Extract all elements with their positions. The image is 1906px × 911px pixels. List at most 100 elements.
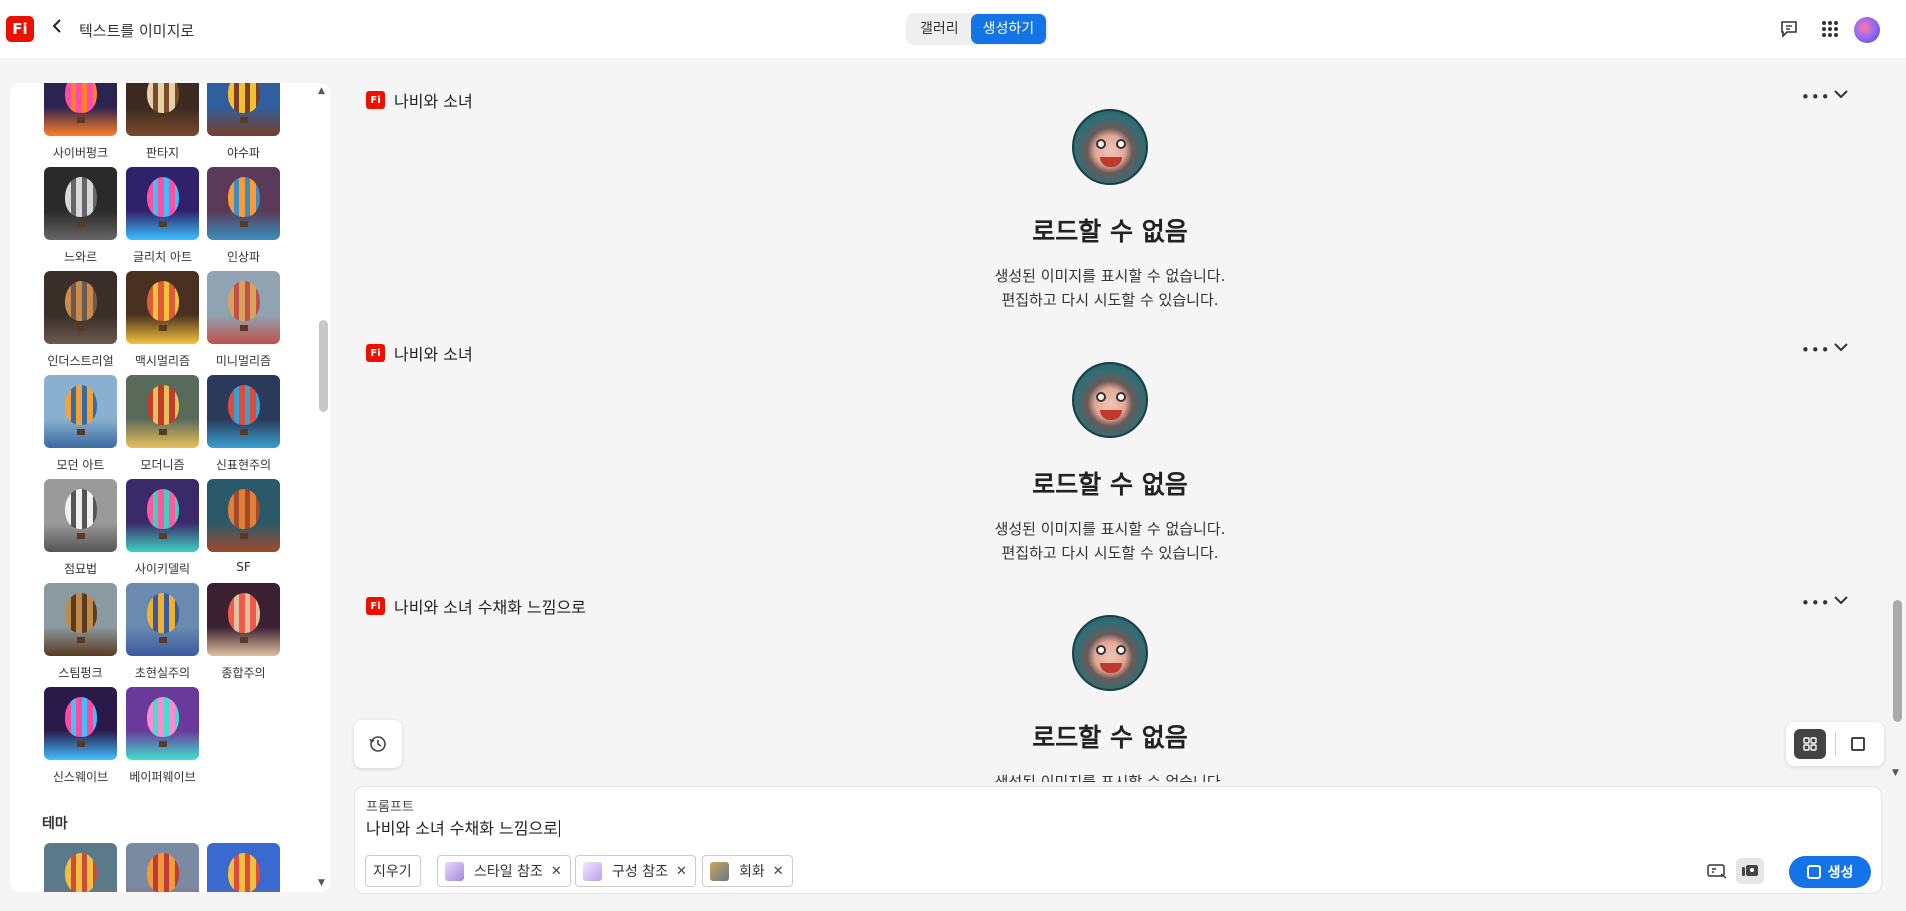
style-thumbnail xyxy=(126,167,199,240)
chevron-left-icon[interactable] xyxy=(52,18,62,37)
chip-label: 구성 참조 xyxy=(612,864,668,880)
firefly-logo[interactable]: Fi xyxy=(6,16,34,42)
style-tile[interactable]: 점묘법 xyxy=(44,479,126,577)
style-thumbnail xyxy=(207,167,280,240)
style-tile[interactable] xyxy=(44,843,126,892)
style-tile[interactable]: 모던 아트 xyxy=(44,375,126,473)
app-header: Fi 텍스트를 이미지로 갤러리 생성하기 xyxy=(0,0,1906,58)
style-thumbnail xyxy=(44,375,117,448)
more-options-icon[interactable]: ••• xyxy=(1801,594,1831,612)
style-tile[interactable]: 신스웨이브 xyxy=(44,687,126,785)
results-feed: Fi 나비와 소녀 ••• 로드할 수 없음 생성된 이미지를 표시할 수 없습… xyxy=(350,58,1890,782)
style-tile-label: 느와르 xyxy=(63,250,98,264)
style-tile-label: 모더니즘 xyxy=(140,458,185,472)
style-tile[interactable]: 느와르 xyxy=(44,167,126,265)
style-thumbnail xyxy=(207,843,280,892)
tab-generate[interactable]: 생성하기 xyxy=(970,14,1047,44)
result-title: 나비와 소녀 xyxy=(394,92,473,111)
scroll-down-arrow-icon[interactable]: ▼ xyxy=(1892,768,1899,778)
clear-button[interactable]: 지우기 xyxy=(365,855,421,887)
close-icon[interactable]: ✕ xyxy=(773,864,784,879)
chip-composition-reference[interactable]: 구성 참조 ✕ xyxy=(575,855,696,887)
result-header: Fi 나비와 소녀 xyxy=(366,88,473,112)
style-tile-label: 종합주의 xyxy=(221,666,266,680)
prompt-panel: 프롬프트 나비와 소녀 수채화 느낌으로 지우기 스타일 참조 ✕ 구성 참조 … xyxy=(354,786,1882,894)
history-button[interactable] xyxy=(354,720,402,768)
style-tile-label: 글리치 아트 xyxy=(132,250,192,264)
style-tile-label: 맥시멀리즘 xyxy=(134,354,191,368)
prompt-input[interactable]: 나비와 소녀 수채화 느낌으로 xyxy=(366,815,560,839)
style-tile[interactable]: 스팀펑크 xyxy=(44,583,126,681)
style-tile-label: SF xyxy=(236,560,251,574)
style-tile[interactable]: 미니멀리즘 xyxy=(207,271,289,369)
style-tile[interactable]: 초현실주의 xyxy=(126,583,208,681)
feed-scrollbar[interactable] xyxy=(1893,600,1902,722)
error-monkey-illustration xyxy=(1072,362,1148,438)
style-thumbnail xyxy=(44,479,117,552)
result-title: 나비와 소녀 수채화 느낌으로 xyxy=(394,598,586,617)
chevron-down-icon[interactable] xyxy=(1834,593,1848,609)
style-thumbnail xyxy=(44,271,117,344)
chevron-down-icon[interactable] xyxy=(1834,87,1848,103)
chip-style-reference[interactable]: 스타일 참조 ✕ xyxy=(437,855,571,887)
style-tile[interactable]: 맥시멀리즘 xyxy=(126,271,208,369)
more-options-icon[interactable]: ••• xyxy=(1801,341,1831,359)
style-thumbnail xyxy=(126,843,199,892)
generate-button[interactable]: 생성 xyxy=(1789,856,1871,888)
style-tile[interactable]: 사이키델릭 xyxy=(126,479,208,577)
scroll-down-arrow-icon[interactable]: ▼ xyxy=(318,878,325,888)
avatar[interactable] xyxy=(1854,17,1880,43)
close-icon[interactable]: ✕ xyxy=(676,864,687,879)
style-tile[interactable]: 글리치 아트 xyxy=(126,167,208,265)
style-thumbnail xyxy=(126,479,199,552)
generate-label: 생성 xyxy=(1827,865,1854,881)
scroll-up-arrow-icon[interactable]: ▲ xyxy=(318,86,325,96)
chevron-down-icon[interactable] xyxy=(1834,340,1848,356)
style-tile[interactable]: 모더니즘 xyxy=(126,375,208,473)
styles-scrollbar[interactable] xyxy=(319,320,328,412)
grid-view-icon[interactable] xyxy=(1794,729,1826,759)
firefly-mini-icon: Fi xyxy=(366,344,385,362)
style-tile[interactable]: 인더스트리얼 xyxy=(44,271,126,369)
painting-thumb-icon xyxy=(710,861,729,881)
style-tile-label: 모던 아트 xyxy=(56,458,105,472)
apps-grid-icon[interactable] xyxy=(1818,17,1842,41)
style-thumbnail xyxy=(44,167,117,240)
error-title: 로드할 수 없음 xyxy=(1032,217,1188,246)
style-tile-label: 베이퍼웨이브 xyxy=(129,770,196,784)
style-tile[interactable] xyxy=(207,843,289,892)
reference-image-icon[interactable] xyxy=(1736,858,1764,884)
style-thumbnail xyxy=(207,271,280,344)
style-tile[interactable]: 판타지 xyxy=(126,83,208,161)
style-thumbnail xyxy=(126,375,199,448)
more-options-icon[interactable]: ••• xyxy=(1801,88,1831,106)
chip-painting[interactable]: 회화 ✕ xyxy=(702,855,793,887)
feedback-icon[interactable] xyxy=(1777,17,1801,41)
error-title: 로드할 수 없음 xyxy=(1032,470,1188,499)
style-tile[interactable]: 베이퍼웨이브 xyxy=(126,687,208,785)
mode-switch: 갤러리 생성하기 xyxy=(906,13,1049,45)
generate-icon xyxy=(1806,865,1821,879)
style-tile-label: 스팀펑크 xyxy=(58,666,103,680)
style-tile[interactable]: 사이버펑크 xyxy=(44,83,126,161)
section-title-theme: 테마 xyxy=(42,816,68,832)
close-icon[interactable]: ✕ xyxy=(551,864,562,879)
style-tile[interactable]: 야수파 xyxy=(207,83,289,161)
app-title: 텍스트를 이미지로 xyxy=(79,22,195,40)
style-thumbnail xyxy=(126,271,199,344)
style-tile[interactable]: 신표현주의 xyxy=(207,375,289,473)
style-tile[interactable]: SF xyxy=(207,479,289,574)
style-tile-label: 초현실주의 xyxy=(134,666,191,680)
composition-reference-thumb-icon xyxy=(583,861,602,881)
styles-panel: 사이버펑크 판타지 야수파느와르 글리치 아트 인상파인더스트리얼 맥시멀리즘 미니멀리즘모… xyxy=(10,83,330,892)
aspect-ratio-icon[interactable] xyxy=(1705,859,1729,883)
style-tile[interactable]: 종합주의 xyxy=(207,583,289,681)
style-thumbnail xyxy=(44,83,117,136)
result-header: Fi 나비와 소녀 xyxy=(366,341,473,365)
result-header: Fi 나비와 소녀 수채화 느낌으로 xyxy=(366,594,586,618)
error-message-line2: 편집하고 다시 시도할 수 있습니다. xyxy=(1001,291,1219,309)
style-tile[interactable] xyxy=(126,843,208,892)
single-view-icon[interactable] xyxy=(1848,734,1868,754)
style-tile[interactable]: 인상파 xyxy=(207,167,289,265)
tab-gallery[interactable]: 갤러리 xyxy=(908,14,971,44)
